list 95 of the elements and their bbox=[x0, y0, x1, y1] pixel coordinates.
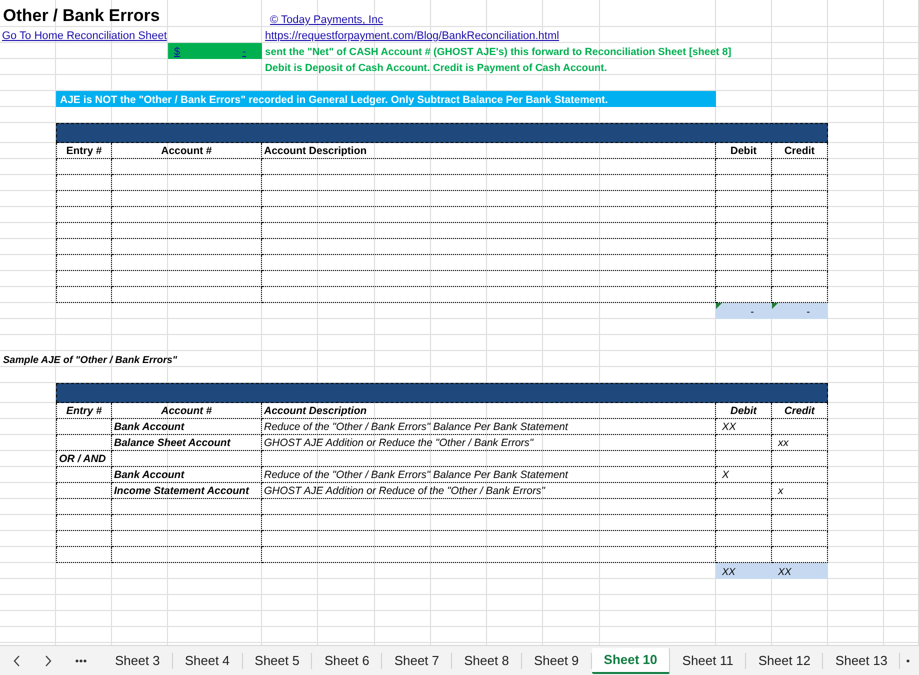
table-cell: Reduce of the "Other / Bank Errors" Balance Per Bank Statement bbox=[262, 467, 716, 483]
table-cell: X bbox=[716, 467, 772, 483]
table-cell bbox=[772, 531, 828, 547]
total-value: - bbox=[750, 306, 754, 318]
table-cell bbox=[56, 223, 112, 239]
sheet-title: Other / Bank Errors bbox=[2, 5, 161, 27]
note-text: sent the "Net" of CASH Account # (GHOST AJE's) this forward to Reconciliation Sheet [sheet 8] bbox=[264, 46, 732, 59]
table-cell bbox=[56, 239, 112, 255]
note-text: Debit is Deposit of Cash Account. Credit is Payment of Cash Account. bbox=[264, 62, 608, 75]
table-cell: Balance Sheet Account bbox=[112, 435, 262, 451]
table-cell bbox=[716, 175, 772, 191]
sheet-tab[interactable]: Sheet 5 bbox=[242, 652, 312, 668]
table-cell bbox=[56, 255, 112, 271]
table-cell bbox=[56, 483, 112, 499]
table-cell bbox=[716, 483, 772, 499]
column-header: Debit bbox=[716, 403, 772, 419]
table-cell bbox=[772, 159, 828, 175]
table-cell bbox=[56, 435, 112, 451]
table-cell bbox=[772, 175, 828, 191]
more-icon[interactable] bbox=[906, 658, 910, 662]
table-cell bbox=[56, 287, 112, 303]
more-icon[interactable] bbox=[75, 658, 87, 662]
column-header: Entry # bbox=[56, 143, 112, 159]
table-cell bbox=[56, 531, 112, 547]
column-header: Credit bbox=[772, 403, 828, 419]
sheet-tab[interactable]: Sheet 7 bbox=[382, 652, 452, 668]
table-cell bbox=[56, 499, 112, 515]
table-cell: GHOST AJE Addition or Reduce the "Other / Bank Errors" bbox=[262, 435, 716, 451]
table-cell bbox=[56, 207, 112, 223]
url-link[interactable]: https://requestforpayment.com/Blog/BankReconciliation.html bbox=[262, 27, 716, 43]
table-cell bbox=[772, 271, 828, 287]
table-cell: Bank Account bbox=[112, 419, 262, 435]
column-header: Account Description bbox=[262, 143, 716, 159]
table-cell bbox=[716, 223, 772, 239]
table-cell bbox=[772, 419, 828, 435]
table-cell bbox=[772, 467, 828, 483]
sheet-tab[interactable]: Sheet 3 bbox=[103, 652, 173, 668]
column-header: Account Description bbox=[262, 403, 716, 419]
sheet-tab[interactable]: Sheet 12 bbox=[746, 652, 824, 668]
sheet-tab[interactable]: Sheet 4 bbox=[172, 652, 243, 668]
copyright-link[interactable]: © Today Payments, Inc bbox=[262, 0, 487, 27]
table-cell: GHOST AJE Addition or Reduce of the "Other / Bank Errors" bbox=[262, 483, 716, 499]
table-cell bbox=[716, 271, 772, 287]
sheet-tab[interactable]: Sheet 10 bbox=[592, 648, 670, 674]
table-cell bbox=[772, 207, 828, 223]
table-cell bbox=[56, 159, 112, 175]
table-cell bbox=[772, 499, 828, 515]
table-cell bbox=[716, 191, 772, 207]
next-sheet-icon[interactable] bbox=[44, 654, 52, 666]
table-cell bbox=[716, 531, 772, 547]
table-cell: OR / AND bbox=[56, 451, 112, 467]
sheet-tab[interactable]: Sheet 11 bbox=[670, 652, 746, 668]
table-cell bbox=[772, 515, 828, 531]
table-cell bbox=[56, 191, 112, 207]
table-cell bbox=[56, 547, 112, 563]
table-cell bbox=[56, 271, 112, 287]
table-cell bbox=[716, 159, 772, 175]
table-cell: xx bbox=[772, 435, 828, 451]
table-cell bbox=[772, 239, 828, 255]
table-cell bbox=[716, 255, 772, 271]
amount-link[interactable]: $ - bbox=[174, 46, 246, 58]
table-cell bbox=[716, 207, 772, 223]
table-cell: Income Statement Account bbox=[112, 483, 262, 499]
table-cell: XX bbox=[716, 419, 772, 435]
table-cell bbox=[56, 515, 112, 531]
sheet-tab[interactable]: Sheet 6 bbox=[312, 652, 382, 668]
total-value: XX bbox=[778, 567, 792, 578]
column-header: Account # bbox=[112, 403, 262, 419]
table-cell bbox=[716, 239, 772, 255]
table-cell bbox=[716, 435, 772, 451]
table-cell bbox=[772, 451, 828, 467]
previous-sheet-icon[interactable] bbox=[13, 654, 21, 666]
table-cell bbox=[56, 419, 112, 435]
sheet-tab[interactable]: Sheet 13 bbox=[823, 652, 900, 668]
table-cell: x bbox=[772, 483, 828, 499]
column-header: Entry # bbox=[56, 403, 112, 419]
sheet-tab[interactable]: Sheet 8 bbox=[452, 652, 522, 668]
table-cell: Bank Account bbox=[112, 467, 262, 483]
banner: AJE is NOT the "Other / Bank Errors" recorded in General Ledger. Only Subtract Balance Per Bank Statement. bbox=[56, 91, 716, 107]
total-value: - bbox=[806, 306, 810, 318]
column-header: Debit bbox=[716, 143, 772, 159]
column-header: Credit bbox=[772, 143, 828, 159]
table-cell bbox=[716, 451, 772, 467]
table-cell bbox=[716, 515, 772, 531]
table-cell bbox=[716, 499, 772, 515]
home-link[interactable]: Go To Home Reconciliation Sheet bbox=[0, 27, 168, 43]
table-cell: Reduce of the "Other / Bank Errors" Balance Per Bank Statement bbox=[262, 419, 716, 435]
table-cell bbox=[56, 467, 112, 483]
column-header: Account # bbox=[112, 143, 262, 159]
total-value: XX bbox=[722, 567, 736, 578]
table-cell bbox=[772, 223, 828, 239]
table-cell bbox=[56, 175, 112, 191]
table-cell bbox=[772, 191, 828, 207]
table-cell bbox=[772, 255, 828, 271]
section-title: Sample AJE of "Other / Bank Errors" bbox=[2, 354, 178, 367]
